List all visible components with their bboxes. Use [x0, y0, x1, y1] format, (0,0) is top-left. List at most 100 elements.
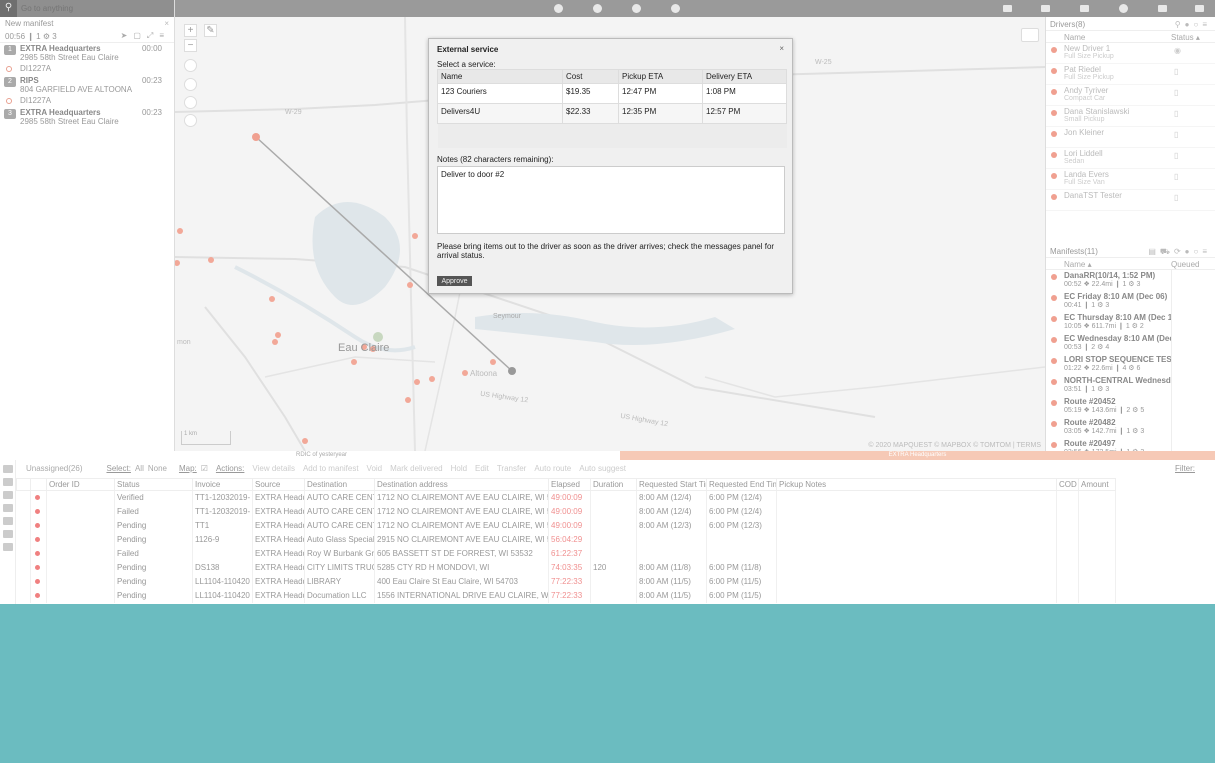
- driver-item[interactable]: Lori Liddell Sedan ▯: [1046, 148, 1215, 169]
- down-circle-icon[interactable]: [593, 4, 602, 13]
- view-details-button[interactable]: View details: [252, 464, 295, 473]
- table-row[interactable]: Failed EXTRA HeadquRoy W Burbank Gre605 B…: [16, 546, 1116, 561]
- drivers-col-status[interactable]: Status ▴: [1171, 33, 1200, 42]
- table-row[interactable]: VerifiedTT1-12032019-EXTRA HeadquAUTO CA…: [16, 490, 1116, 505]
- search-input[interactable]: [21, 4, 161, 13]
- col-status[interactable]: Status: [114, 478, 193, 491]
- col-source[interactable]: Source: [252, 478, 305, 491]
- manifest-item[interactable]: NORTH-CENTRAL Wednesday 03:51 ❙ 1 ⚙ 3: [1046, 375, 1215, 396]
- auto-route-button[interactable]: Auto route: [534, 464, 571, 473]
- col-select[interactable]: [16, 478, 31, 491]
- draw-icon[interactable]: ✎: [204, 24, 217, 37]
- filter-label[interactable]: Filter:: [1175, 464, 1195, 473]
- service-row[interactable]: 123 Couriers $19.35 12:47 PM 1:08 PM: [437, 83, 787, 104]
- list-icon[interactable]: [3, 491, 13, 499]
- col-duration[interactable]: Duration: [590, 478, 637, 491]
- order-item[interactable]: DI1227A: [0, 95, 174, 107]
- driver-status-dot: [1051, 173, 1057, 179]
- add-to-manifest-button[interactable]: Add to manifest: [303, 464, 359, 473]
- driver-item[interactable]: Dana Stanislawski Small Pickup ▯: [1046, 106, 1215, 127]
- layers-icon[interactable]: [1021, 28, 1039, 42]
- help-icon[interactable]: [1119, 4, 1128, 13]
- logout-icon[interactable]: [1195, 5, 1204, 12]
- info-circle-icon[interactable]: [671, 4, 680, 13]
- select-none-link[interactable]: None: [148, 464, 167, 473]
- transfer-button[interactable]: Transfer: [497, 464, 527, 473]
- col-requested-end[interactable]: Requested End Time: [706, 478, 777, 491]
- briefcase-icon[interactable]: [1158, 5, 1167, 12]
- cloud-icon[interactable]: [184, 96, 197, 109]
- table-row[interactable]: PendingDS138EXTRA HeadquCITY LIMITS TRUC…: [16, 560, 1116, 575]
- truck-icon[interactable]: [184, 114, 197, 127]
- service-row[interactable]: Delivers4U $22.33 12:35 PM 12:57 PM: [437, 103, 787, 124]
- table-row[interactable]: PendingLL1104-110420EXTRA HeadquLIBRARY4…: [16, 574, 1116, 589]
- document-icon[interactable]: [3, 517, 13, 525]
- driver-item[interactable]: Andy Tyriver Compact Car ▯: [1046, 85, 1215, 106]
- order-item[interactable]: DI1227A: [0, 63, 174, 75]
- manifest-item[interactable]: EC Wednesday 8:10 AM (Dec 1 00:53 ❙ 2 ⚙ 4: [1046, 333, 1215, 354]
- select-all-link[interactable]: All: [135, 464, 144, 473]
- drivers-tools-icon[interactable]: ⚲●○≡: [1175, 20, 1211, 29]
- driver-item[interactable]: New Driver 1 Full Size Pickup ◉: [1046, 43, 1215, 64]
- manifest-item[interactable]: DanaRR(10/14, 1:52 PM) 00:52 ❖ 22.4mi ❙ 1…: [1046, 270, 1215, 291]
- hold-button[interactable]: Hold: [451, 464, 467, 473]
- col-destination[interactable]: Destination: [304, 478, 375, 491]
- manifest-item[interactable]: EC Thursday 8:10 AM (Dec 19) 10:05 ❖ 611.…: [1046, 312, 1215, 333]
- col-invoice[interactable]: Invoice: [192, 478, 253, 491]
- add-icon[interactable]: [3, 478, 13, 486]
- edit-button[interactable]: Edit: [475, 464, 489, 473]
- manifest-item[interactable]: Route #20482 03:05 ❖ 142.7mi ❙ 1 ⚙ 3: [1046, 417, 1215, 438]
- inbox-icon[interactable]: [1041, 5, 1050, 12]
- col-dot[interactable]: [30, 478, 47, 491]
- col-amount[interactable]: Amount: [1078, 478, 1116, 491]
- zoom-out-button[interactable]: −: [184, 39, 197, 52]
- clock-icon[interactable]: [184, 78, 197, 91]
- driver-item[interactable]: DanaTST Tester ▯: [1046, 190, 1215, 211]
- col-pickup-notes[interactable]: Pickup Notes: [776, 478, 1057, 491]
- stop-item[interactable]: 3 EXTRA Headquarters 2985 58th Street Ea…: [0, 107, 174, 127]
- driver-item[interactable]: Jon Kleiner ▯: [1046, 127, 1215, 148]
- auto-suggest-button[interactable]: Auto suggest: [579, 464, 626, 473]
- col-cod[interactable]: COD: [1056, 478, 1079, 491]
- message-icon[interactable]: [1003, 5, 1012, 12]
- col-requested-start[interactable]: Requested Start Tim: [636, 478, 707, 491]
- minus-circle-icon[interactable]: [632, 4, 641, 13]
- void-button[interactable]: Void: [367, 464, 383, 473]
- col-elapsed[interactable]: Elapsed: [548, 478, 591, 491]
- manifest-item[interactable]: LORI STOP SEQUENCE TEST 1 01:22 ❖ 22.6mi …: [1046, 354, 1215, 375]
- driver-item[interactable]: Landa Evers Full Size Van ▯: [1046, 169, 1215, 190]
- manifest-tools[interactable]: ➤▢⤢≡: [121, 31, 170, 41]
- mark-delivered-button[interactable]: Mark delivered: [390, 464, 442, 473]
- settings-icon[interactable]: [3, 543, 13, 551]
- monitor-icon[interactable]: [1080, 5, 1089, 12]
- refresh-icon[interactable]: [554, 4, 563, 13]
- manifests-col-name[interactable]: Name ▴: [1064, 260, 1092, 269]
- manifest-item[interactable]: EC Friday 8:10 AM (Dec 06) 00:41 ❙ 1 ⚙ 3: [1046, 291, 1215, 312]
- close-icon[interactable]: ×: [164, 19, 169, 28]
- pin-icon[interactable]: [3, 504, 13, 512]
- unassigned-tab[interactable]: Unassigned(26): [26, 464, 82, 473]
- stop-item[interactable]: 1 EXTRA Headquarters 2985 58th Street Ea…: [0, 43, 174, 63]
- table-row[interactable]: PendingTT1EXTRA HeadquAUTO CARE CENTE171…: [16, 518, 1116, 533]
- map-checkbox-icon[interactable]: ☑: [201, 464, 208, 473]
- col-order-id[interactable]: Order ID: [46, 478, 115, 491]
- manifests-tools-icon[interactable]: ▤⛟⟳●○≡: [1148, 247, 1211, 257]
- manifest-name: EC Friday 8:10 AM (Dec 06): [1064, 292, 1168, 301]
- table-row[interactable]: PendingLL1104-110420EXTRA HeadquDocumati…: [16, 588, 1116, 603]
- notes-textarea[interactable]: Deliver to door #2: [437, 165, 785, 234]
- truck-icon[interactable]: [3, 530, 13, 538]
- manifests-col-queued[interactable]: Queued: [1171, 260, 1199, 269]
- zoom-in-button[interactable]: +: [184, 24, 197, 37]
- stop-item[interactable]: 2 RIPS 804 GARFIELD AVE ALTOONA 00:23: [0, 75, 174, 95]
- table-row[interactable]: Pending1126-9EXTRA HeadquAuto Glass Spec…: [16, 532, 1116, 547]
- driver-item[interactable]: Pat Riedel Full Size Pickup ▯: [1046, 64, 1215, 85]
- vehicle-icon[interactable]: [184, 59, 197, 72]
- approve-button[interactable]: Approve: [437, 276, 472, 286]
- col-destination-address[interactable]: Destination address: [374, 478, 549, 491]
- close-icon[interactable]: ×: [779, 44, 784, 53]
- table-row[interactable]: FailedTT1-12032019-EXTRA HeadquAUTO CARE…: [16, 504, 1116, 519]
- cell-duration: [590, 518, 637, 533]
- manifest-item[interactable]: Route #20452 05:19 ❖ 143.6mi ❙ 2 ⚙ 5: [1046, 396, 1215, 417]
- drivers-col-name[interactable]: Name: [1064, 33, 1085, 42]
- collapse-icon[interactable]: [3, 465, 13, 473]
